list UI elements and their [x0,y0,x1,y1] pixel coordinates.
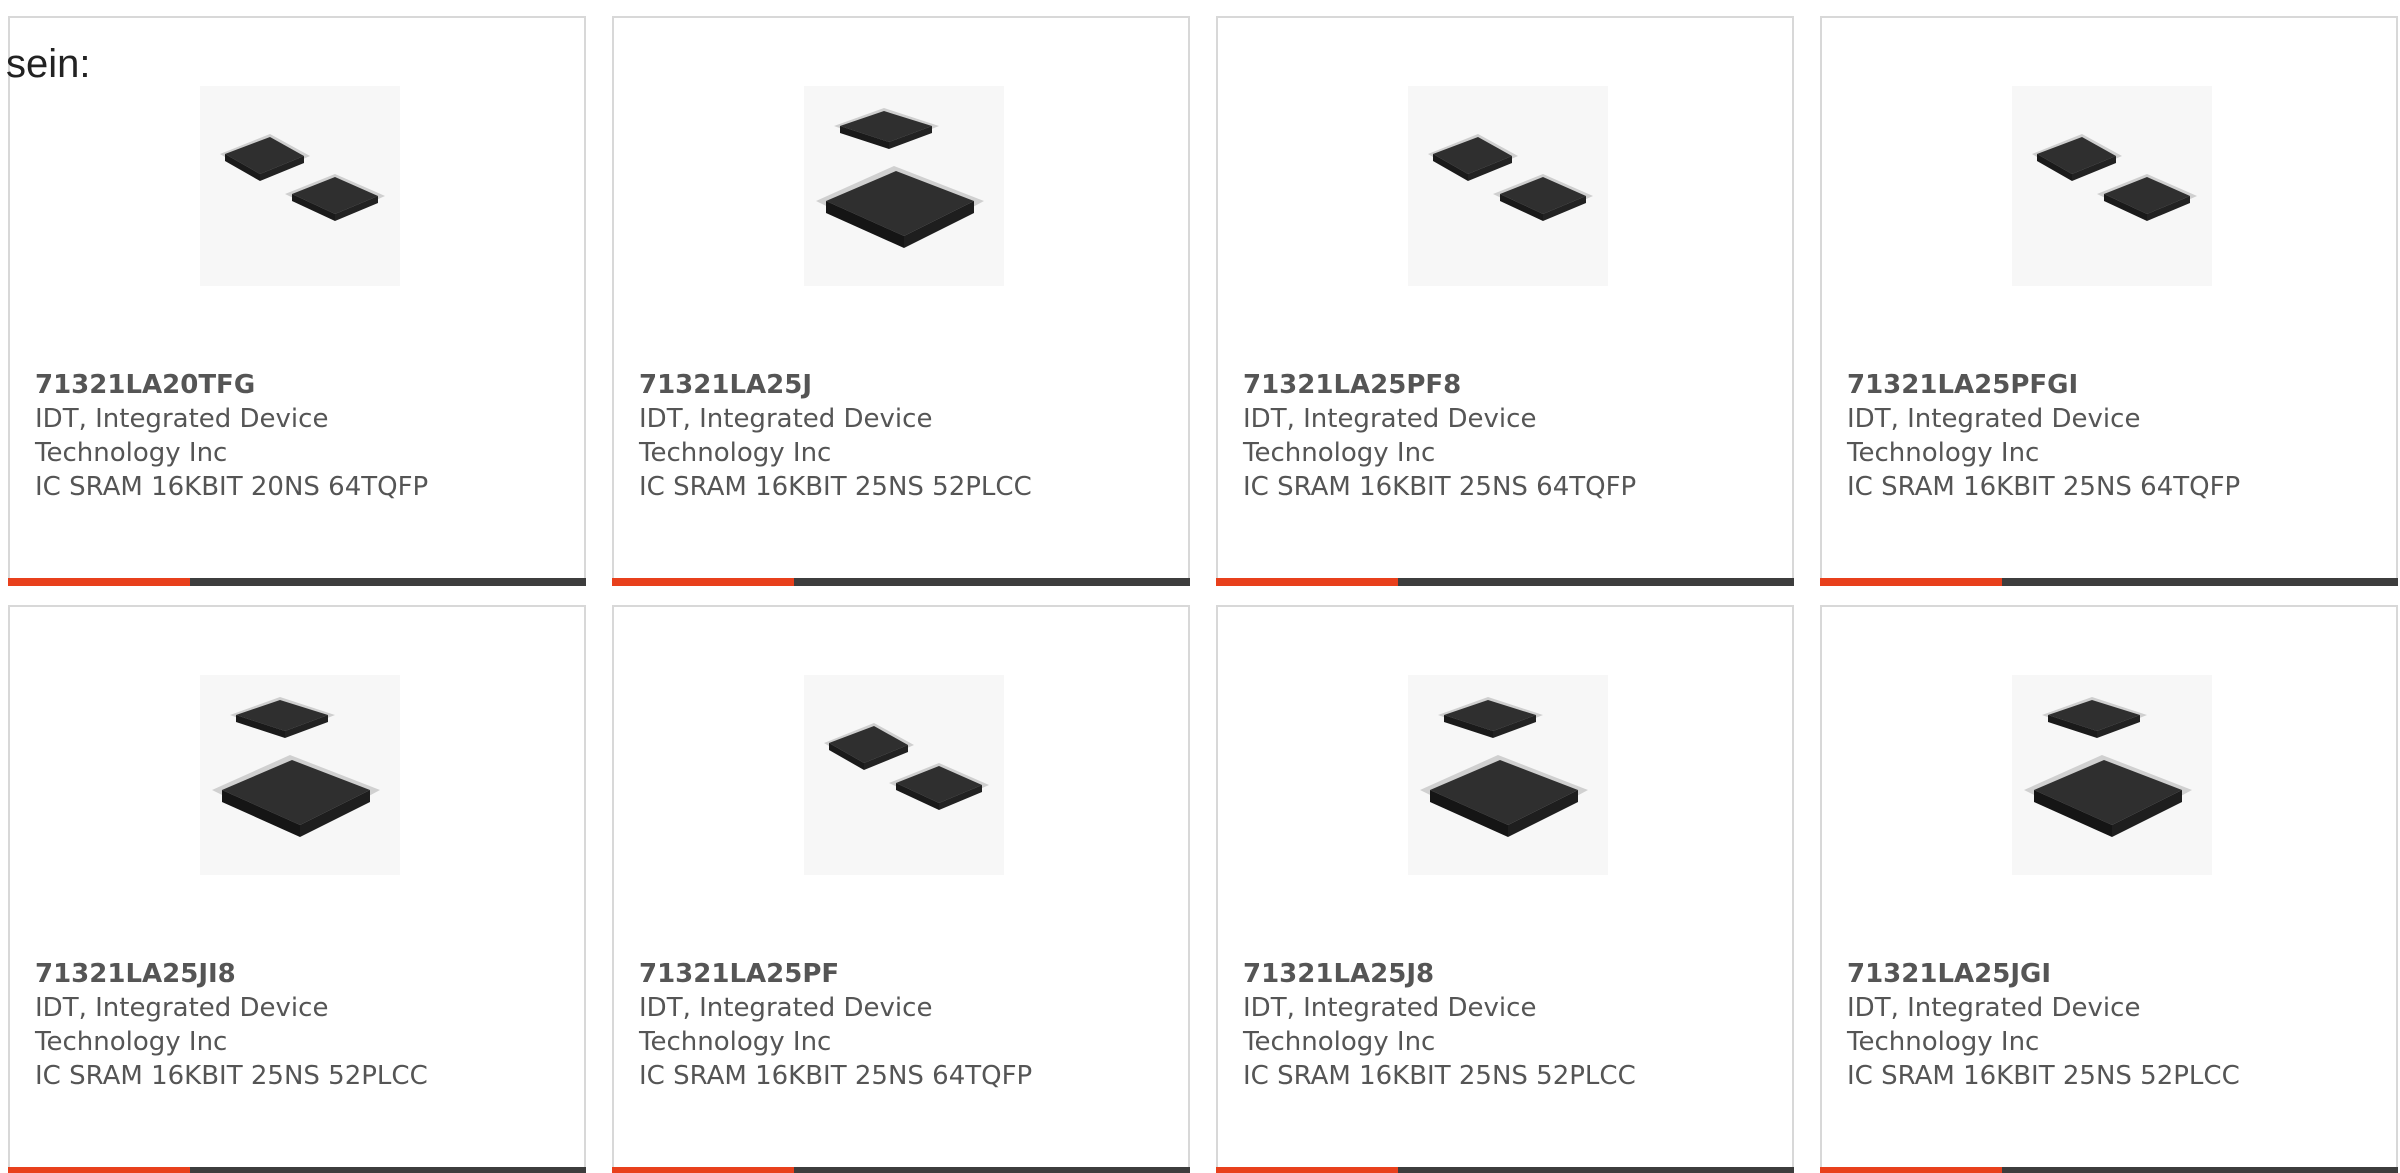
product-card[interactable]: 71321LA25JGI IDT, Integrated Device Tech… [1820,605,2398,1173]
manufacturer-line-2: Technology Inc [1847,438,2040,468]
manufacturer-line-2: Technology Inc [639,1027,832,1057]
product-card[interactable]: 71321LA25J IDT, Integrated Device Techno… [612,16,1190,586]
product-description: IC SRAM 16KBIT 25NS 64TQFP [1243,472,1637,502]
card-bottom-bar [8,1167,586,1173]
card-accent-bar [1820,1167,2002,1173]
card-accent-bar [1820,578,2002,586]
product-card[interactable]: 71321LA25J8 IDT, Integrated Device Techn… [1216,605,1794,1173]
tqfp-chip-icon [220,134,385,221]
product-description: IC SRAM 16KBIT 25NS 52PLCC [1243,1061,1636,1091]
plcc-chip-icon [1420,697,1588,837]
product-image[interactable] [2012,675,2212,875]
part-number[interactable]: 71321LA25PF8 [1243,368,1763,402]
card-accent-bar [612,578,794,586]
part-number[interactable]: 71321LA25JGI [1847,957,2367,991]
card-bottom-bar [612,1167,1190,1173]
tqfp-chip-icon [824,723,989,810]
product-image[interactable] [804,675,1004,875]
manufacturer-line-2: Technology Inc [35,438,228,468]
product-description: IC SRAM 16KBIT 25NS 52PLCC [35,1061,428,1091]
product-description: IC SRAM 16KBIT 20NS 64TQFP [35,472,429,502]
product-description: IC SRAM 16KBIT 25NS 64TQFP [639,1061,1033,1091]
tqfp-chip-icon [2032,134,2197,221]
plcc-chip-icon [212,697,380,837]
card-bottom-bar [8,578,586,586]
product-info: 71321LA20TFG IDT, Integrated Device Tech… [35,368,555,504]
product-info: 71321LA25JGI IDT, Integrated Device Tech… [1847,957,2367,1093]
product-image[interactable] [1408,86,1608,286]
product-image[interactable] [1408,675,1608,875]
product-image[interactable] [804,86,1004,286]
manufacturer-line-1: IDT, Integrated Device [1243,404,1537,434]
manufacturer-line-1: IDT, Integrated Device [35,993,329,1023]
product-grid-page: sein: 71321LA20TFG IDT, Integrated Devic… [0,0,2400,1173]
manufacturer-line-2: Technology Inc [1243,1027,1436,1057]
manufacturer-line-1: IDT, Integrated Device [1847,993,2141,1023]
product-card[interactable]: 71321LA25PF IDT, Integrated Device Techn… [612,605,1190,1173]
card-bottom-bar [612,578,1190,586]
card-bottom-bar [1216,578,1794,586]
manufacturer-line-1: IDT, Integrated Device [1847,404,2141,434]
manufacturer-line-1: IDT, Integrated Device [35,404,329,434]
card-accent-bar [8,1167,190,1173]
card-bottom-bar [1216,1167,1794,1173]
part-number[interactable]: 71321LA25J8 [1243,957,1763,991]
card-accent-bar [612,1167,794,1173]
card-bottom-bar [1820,578,2398,586]
plcc-chip-icon [816,108,984,248]
product-image[interactable] [200,675,400,875]
product-card[interactable]: 71321LA25PF8 IDT, Integrated Device Tech… [1216,16,1794,586]
manufacturer-line-2: Technology Inc [1847,1027,2040,1057]
card-accent-bar [1216,578,1398,586]
product-description: IC SRAM 16KBIT 25NS 52PLCC [1847,1061,2240,1091]
manufacturer-line-1: IDT, Integrated Device [639,993,933,1023]
manufacturer-line-2: Technology Inc [35,1027,228,1057]
product-description: IC SRAM 16KBIT 25NS 64TQFP [1847,472,2241,502]
manufacturer-line-2: Technology Inc [1243,438,1436,468]
product-description: IC SRAM 16KBIT 25NS 52PLCC [639,472,1032,502]
product-info: 71321LA25JI8 IDT, Integrated Device Tech… [35,957,555,1093]
card-accent-bar [8,578,190,586]
plcc-chip-icon [2024,697,2192,837]
product-info: 71321LA25J IDT, Integrated Device Techno… [639,368,1159,504]
part-number[interactable]: 71321LA25PFGI [1847,368,2367,402]
intro-text: sein: [6,42,91,86]
product-card[interactable]: 71321LA25PFGI IDT, Integrated Device Tec… [1820,16,2398,586]
card-bottom-bar [1820,1167,2398,1173]
product-info: 71321LA25J8 IDT, Integrated Device Techn… [1243,957,1763,1093]
product-info: 71321LA25PF IDT, Integrated Device Techn… [639,957,1159,1093]
product-info: 71321LA25PFGI IDT, Integrated Device Tec… [1847,368,2367,504]
manufacturer-line-1: IDT, Integrated Device [1243,993,1537,1023]
tqfp-chip-icon [1428,134,1593,221]
product-image[interactable] [2012,86,2212,286]
part-number[interactable]: 71321LA20TFG [35,368,555,402]
manufacturer-line-2: Technology Inc [639,438,832,468]
product-card[interactable]: 71321LA25JI8 IDT, Integrated Device Tech… [8,605,586,1173]
product-card[interactable]: 71321LA20TFG IDT, Integrated Device Tech… [8,16,586,586]
part-number[interactable]: 71321LA25JI8 [35,957,555,991]
manufacturer-line-1: IDT, Integrated Device [639,404,933,434]
product-info: 71321LA25PF8 IDT, Integrated Device Tech… [1243,368,1763,504]
part-number[interactable]: 71321LA25J [639,368,1159,402]
card-accent-bar [1216,1167,1398,1173]
part-number[interactable]: 71321LA25PF [639,957,1159,991]
product-image[interactable] [200,86,400,286]
